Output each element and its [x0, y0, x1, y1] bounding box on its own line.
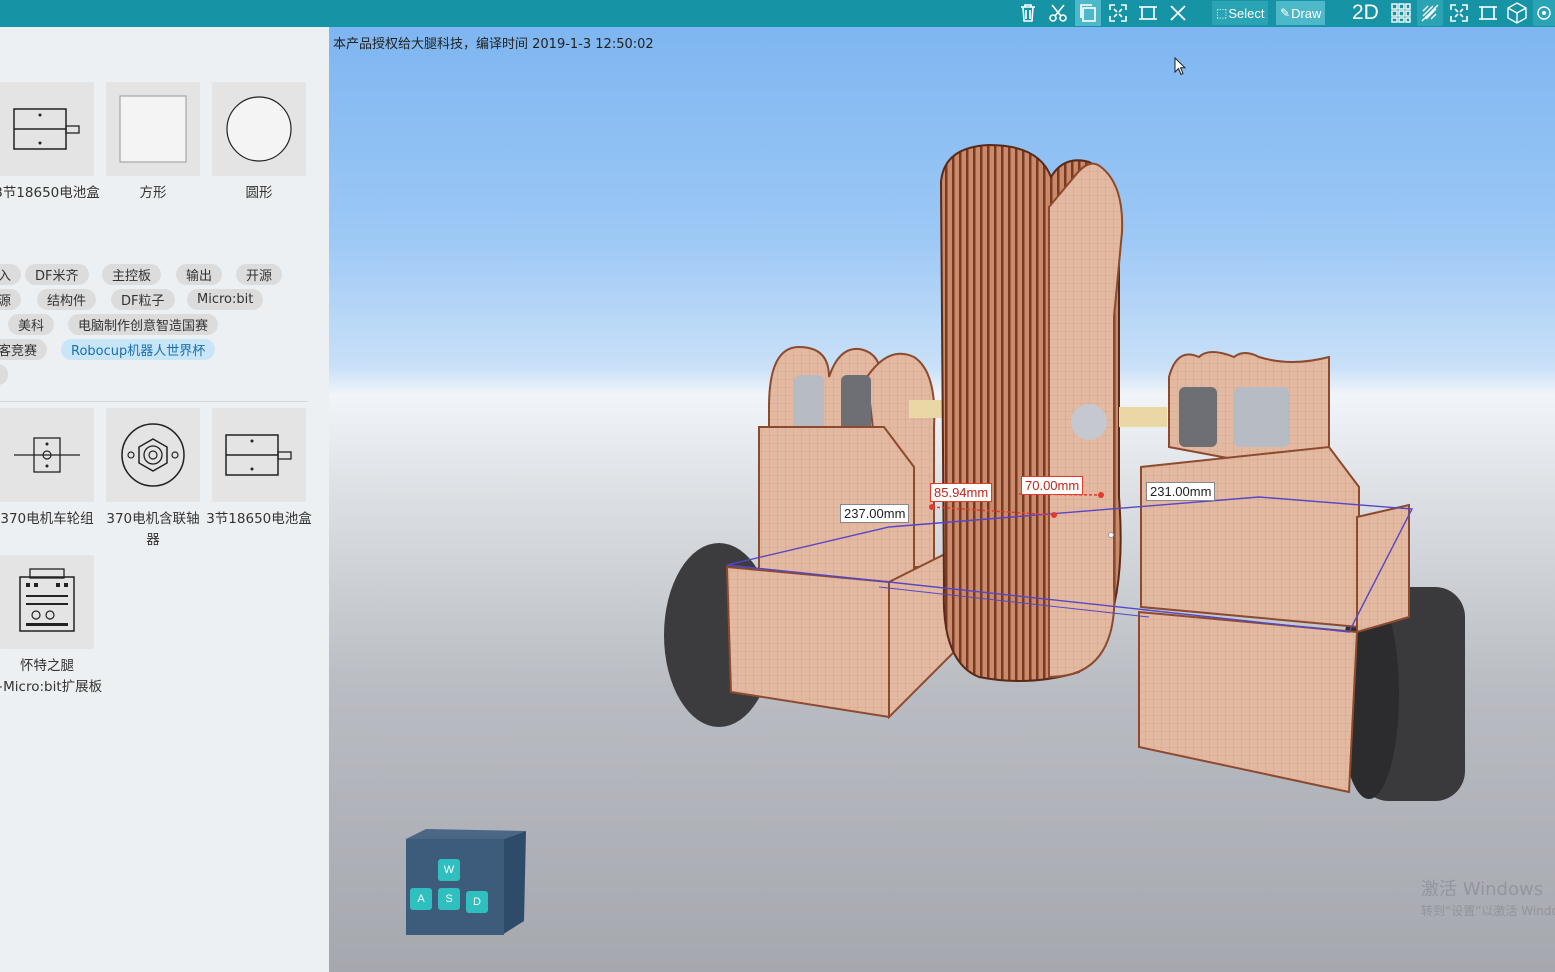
copy-icon[interactable] — [1075, 0, 1101, 26]
part-label: 方形 — [139, 185, 167, 201]
nav-key-d[interactable]: D — [466, 891, 488, 913]
motor-wheel-icon — [0, 408, 94, 502]
part-item[interactable]: 怀特之腿+Micro:bit扩展板 — [0, 555, 102, 698]
part-label: 3节18650电池盒 — [0, 185, 100, 201]
part-label: 3节18650电池盒 — [206, 511, 312, 527]
mouse-cursor-icon — [1174, 57, 1186, 76]
category-tag[interactable]: 输出 — [176, 264, 223, 285]
frame-view-icon[interactable] — [1475, 0, 1501, 26]
part-item[interactable]: 370电机含联轴器 — [99, 408, 207, 551]
category-tag[interactable]: 结构件 — [37, 289, 97, 310]
part-item[interactable]: 圆形 — [205, 82, 313, 204]
frame-icon[interactable] — [1135, 0, 1161, 26]
select-label: Select — [1228, 5, 1265, 21]
draw-tool-button[interactable]: ✎ Draw — [1276, 1, 1326, 25]
part-label: 370电机车轮组 — [0, 511, 94, 527]
panel-divider — [0, 401, 308, 402]
dimension-label[interactable]: 231.00mm — [1146, 482, 1216, 501]
category-tag[interactable]: DF粒子 — [111, 289, 175, 310]
close-icon[interactable] — [1165, 0, 1191, 26]
draw-pencil-icon: ✎ — [1280, 6, 1291, 20]
category-tag[interactable]: 主控板 — [102, 264, 162, 285]
category-tag[interactable] — [0, 364, 8, 385]
cube-view-icon[interactable] — [1504, 0, 1530, 26]
category-tag[interactable]: 美科 — [8, 314, 55, 335]
fit-view-icon[interactable] — [1446, 0, 1472, 26]
part-item[interactable]: 3节18650电池盒 — [205, 408, 313, 530]
part-label: 怀特之腿+Micro:bit扩展板 — [0, 658, 103, 695]
battery-box-icon — [212, 408, 306, 502]
top-toolbar: ⬚ Select ✎ Draw 2D — [0, 0, 1555, 27]
fit-icon[interactable] — [1105, 0, 1131, 26]
no-grid-icon[interactable] — [1417, 0, 1443, 26]
parts-library-panel: 3节18650电池盒 方形 圆形 入 DF米齐 主控板 输出 开源 源 结构件 … — [0, 27, 329, 972]
category-tag[interactable]: DF米齐 — [25, 264, 89, 285]
category-tag[interactable]: 源 — [0, 289, 22, 310]
category-tag[interactable]: 入 — [0, 264, 22, 285]
motor-coupling-icon — [106, 408, 200, 502]
category-tag[interactable]: 客竞赛 — [0, 339, 48, 360]
category-tag[interactable]: Micro:bit — [187, 289, 264, 310]
nav-key-w[interactable]: W — [438, 859, 460, 881]
part-label: 370电机含联轴器 — [106, 511, 200, 548]
battery-box-icon — [0, 82, 94, 176]
category-tag[interactable]: 电脑制作创意智造国赛 — [68, 314, 219, 335]
nav-key-a[interactable]: A — [410, 888, 432, 910]
nav-key-s[interactable]: S — [438, 888, 460, 910]
grid-icon[interactable] — [1388, 0, 1414, 26]
circle-icon — [212, 82, 306, 176]
part-item[interactable]: 3节18650电池盒 — [0, 82, 101, 204]
square-icon — [106, 82, 200, 176]
microbit-board-icon — [0, 555, 94, 649]
settings-icon[interactable] — [1533, 0, 1555, 26]
dimension-label[interactable]: 237.00mm — [840, 504, 910, 523]
mode-2d-toggle[interactable]: 2D — [1352, 0, 1379, 26]
draw-label: Draw — [1291, 5, 1322, 21]
trash-icon[interactable] — [1015, 0, 1041, 26]
cut-icon[interactable] — [1045, 0, 1071, 26]
dimension-label[interactable]: 70.00mm — [1021, 476, 1084, 495]
select-tool-button[interactable]: ⬚ Select — [1212, 1, 1269, 25]
dimension-label[interactable]: 85.94mm — [930, 483, 993, 502]
part-item[interactable]: 370电机车轮组 — [0, 408, 101, 530]
activation-watermark-hint: 转到“设置”以激活 Windows。 — [1421, 904, 1555, 918]
category-tag-active[interactable]: Robocup机器人世界杯 — [61, 339, 216, 360]
navigation-cube[interactable]: W A S D — [406, 827, 528, 939]
category-tag[interactable]: 开源 — [236, 264, 283, 285]
3d-viewport[interactable]: 本产品授权给大腿科技，编译时间 2019-1-3 12:50:02 85.94m… — [329, 27, 1555, 972]
activation-watermark-title: 激活 Windows — [1421, 879, 1544, 900]
part-item[interactable]: 方形 — [99, 82, 207, 204]
part-label: 圆形 — [245, 185, 273, 201]
right-side-box — [1140, 445, 1360, 629]
select-cursor-icon: ⬚ — [1216, 6, 1228, 20]
